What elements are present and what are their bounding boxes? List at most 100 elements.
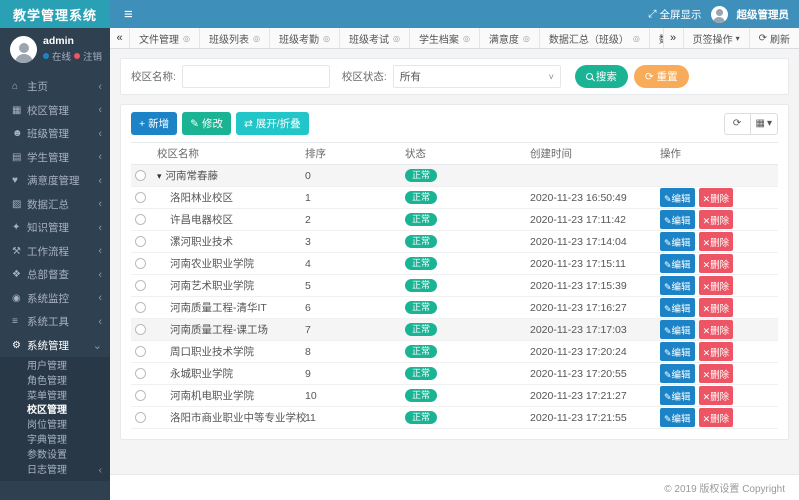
sidebar-item-system-mgmt[interactable]: ⚙ 系统管理 ⌄ <box>0 334 110 358</box>
tab-item[interactable]: 满意度 ◎ <box>480 28 540 48</box>
tab-item[interactable]: 数据汇总（班级） ◎ <box>540 28 650 48</box>
add-button[interactable]: + 新增 <box>131 112 178 135</box>
tree-expand-icon[interactable]: ▾ <box>157 171 162 181</box>
row-radio[interactable] <box>135 390 146 402</box>
campus-name-input[interactable] <box>181 65 330 88</box>
sidebar-toggle-icon[interactable]: ≡ <box>124 7 133 22</box>
row-edit-button[interactable]: ✎编辑 <box>660 276 695 295</box>
sidebar-subitem-user-mgmt[interactable]: 用户管理 <box>0 360 110 375</box>
sidebar-item-data-summary[interactable]: ▨ 数据汇总 ‹ <box>0 193 110 217</box>
sidebar-subitem-param-settings[interactable]: 参数设置 <box>0 449 110 464</box>
modify-button[interactable]: ✎ 修改 <box>182 112 231 135</box>
row-edit-button[interactable]: ✎编辑 <box>660 320 695 339</box>
tab-item[interactable]: 班级考试 ◎ <box>340 28 410 48</box>
tab-operations-dropdown[interactable]: 页签操作 ▾ <box>682 28 749 48</box>
avatar[interactable] <box>10 35 37 63</box>
row-radio[interactable] <box>135 346 146 358</box>
chevron-left-icon: ‹ <box>98 221 102 234</box>
tab-close-icon[interactable]: ◎ <box>253 34 260 43</box>
tab-close-icon[interactable]: ◎ <box>323 34 330 43</box>
row-delete-button[interactable]: ✕删除 <box>698 298 734 317</box>
tab-item[interactable]: 班级列表 ◎ <box>200 28 270 48</box>
row-radio[interactable] <box>135 236 146 248</box>
campus-sort: 3 <box>301 230 401 253</box>
sidebar-item-system-tools[interactable]: ≡ 系统工具 ‹ <box>0 310 110 334</box>
row-edit-button[interactable]: ✎编辑 <box>660 408 695 427</box>
row-edit-button[interactable]: ✎编辑 <box>660 364 695 383</box>
sidebar-item-student-mgmt[interactable]: ▤ 学生管理 ‹ <box>0 146 110 170</box>
tab-close-icon[interactable]: ◎ <box>523 34 530 43</box>
sidebar-subitem-post-mgmt[interactable]: 岗位管理 <box>0 419 110 434</box>
row-edit-button[interactable]: ✎编辑 <box>660 386 695 405</box>
tab-close-icon[interactable]: ◎ <box>393 34 400 43</box>
row-operations: ✎编辑 ✕删除 <box>656 230 778 253</box>
campus-sort: 4 <box>301 252 401 275</box>
sidebar-item-knowledge-mgmt[interactable]: ✦ 知识管理 ‹ <box>0 216 110 240</box>
sidebar-subitem-role-mgmt[interactable]: 角色管理 <box>0 375 110 390</box>
sidebar-item-workflow[interactable]: ⚒ 工作流程 ‹ <box>0 240 110 264</box>
sidebar-subitem-campus-mgmt[interactable]: 校区管理 <box>0 404 110 419</box>
row-radio[interactable] <box>135 412 146 424</box>
sidebar-item-satisfaction-mgmt[interactable]: ♥ 满意度管理 ‹ <box>0 169 110 193</box>
sidebar-subitem-menu-mgmt[interactable]: 菜单管理 <box>0 390 110 405</box>
table-refresh-button[interactable]: ⟳ <box>723 112 750 135</box>
col-header-sort: 排序 <box>301 142 401 165</box>
tabs-scroll-right-icon[interactable]: » <box>662 28 683 48</box>
sidebar-item-system-monitor[interactable]: ◉ 系统监控 ‹ <box>0 287 110 311</box>
row-delete-button[interactable]: ✕删除 <box>698 254 734 273</box>
tab-item[interactable]: 文件管理 ◎ <box>130 28 200 48</box>
row-delete-button[interactable]: ✕删除 <box>698 342 734 361</box>
row-delete-button[interactable]: ✕删除 <box>698 320 734 339</box>
row-delete-button[interactable]: ✕删除 <box>698 386 734 405</box>
tab-close-icon[interactable]: ◎ <box>463 34 470 43</box>
row-radio[interactable] <box>135 214 146 226</box>
table-columns-button[interactable]: ▦ ▾ <box>749 112 778 135</box>
tab-refresh-button[interactable]: ⟳ 刷新 <box>748 28 799 48</box>
navbar-avatar[interactable] <box>710 5 728 23</box>
chevron-left-icon: ‹ <box>98 174 102 187</box>
row-delete-button[interactable]: ✕删除 <box>698 188 734 207</box>
row-delete-button[interactable]: ✕删除 <box>698 364 734 383</box>
row-radio[interactable] <box>135 324 146 336</box>
row-edit-button[interactable]: ✎编辑 <box>660 254 695 273</box>
reset-button[interactable]: ⟳ 重置 <box>633 65 689 88</box>
fullscreen-button[interactable]: ⤢ 全屏显示 <box>648 7 701 22</box>
tab-close-icon[interactable]: ◎ <box>183 34 190 43</box>
tab-close-icon[interactable]: ◎ <box>633 34 640 43</box>
tab-item[interactable]: 学生档案 ◎ <box>410 28 480 48</box>
tab-item[interactable]: 班级考勤 ◎ <box>270 28 340 48</box>
campus-status-select[interactable]: 所有 ˅ <box>392 65 561 88</box>
row-delete-button[interactable]: ✕删除 <box>698 408 734 427</box>
sidebar-item-campus-mgmt[interactable]: ▦ 校区管理 ‹ <box>0 99 110 123</box>
row-radio[interactable] <box>135 258 146 270</box>
sidebar-item-class-mgmt[interactable]: ☻ 班级管理 ‹ <box>0 122 110 146</box>
row-radio[interactable] <box>135 280 146 292</box>
created-time: 2020-11-23 17:14:04 <box>526 230 656 253</box>
sidebar-item-hq-inspection[interactable]: ❖ 总部督查 ‹ <box>0 263 110 287</box>
row-edit-button[interactable]: ✎编辑 <box>660 232 695 251</box>
row-radio[interactable] <box>135 302 146 314</box>
row-edit-button[interactable]: ✎编辑 <box>660 210 695 229</box>
row-delete-button[interactable]: ✕删除 <box>698 276 734 295</box>
row-radio[interactable] <box>135 368 146 380</box>
navbar-user-name[interactable]: 超级管理员 <box>737 7 790 22</box>
row-delete-button[interactable]: ✕删除 <box>698 210 734 229</box>
logout-link[interactable]: 注销 <box>83 49 102 63</box>
row-edit-button[interactable]: ✎编辑 <box>660 298 695 317</box>
sidebar-item-home[interactable]: ⌂ 主页 ‹ <box>0 75 110 99</box>
expand-collapse-button[interactable]: ⇄ 展开/折叠 <box>235 112 309 135</box>
online-status-dot <box>43 53 49 59</box>
created-time: 2020-11-23 17:21:55 <box>526 406 656 429</box>
online-link[interactable]: 在线 <box>52 49 71 63</box>
row-edit-button[interactable]: ✎编辑 <box>660 188 695 207</box>
search-button[interactable]: 搜索 <box>574 65 628 88</box>
row-radio[interactable] <box>135 170 146 182</box>
tabs-scroll-left-icon[interactable]: « <box>110 28 130 48</box>
sidebar-subitem-dict-mgmt[interactable]: 字典管理 <box>0 434 110 449</box>
tab-item[interactable]: 数据汇总（专业）◎ <box>650 28 663 48</box>
chevron-left-icon: ‹ <box>98 245 102 258</box>
sidebar-subitem-log-mgmt[interactable]: 日志管理 ‹ <box>0 464 110 479</box>
row-radio[interactable] <box>135 192 146 204</box>
row-edit-button[interactable]: ✎编辑 <box>660 342 695 361</box>
row-delete-button[interactable]: ✕删除 <box>698 232 734 251</box>
